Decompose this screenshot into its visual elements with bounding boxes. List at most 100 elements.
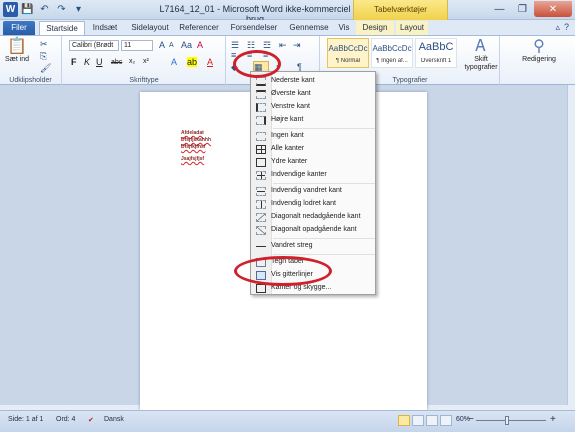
italic-button[interactable]: K [84, 57, 90, 67]
tab-file[interactable]: Filer [3, 21, 35, 35]
menu-item-inside-horizontal[interactable]: Indvendig vandret kant [251, 185, 375, 197]
word-app-icon[interactable]: W [3, 2, 18, 17]
menu-separator [273, 128, 375, 129]
undo-icon[interactable]: ↶ [37, 2, 52, 17]
style-heading-1-preview: AaBbC [418, 41, 454, 53]
top-border-icon [256, 90, 266, 99]
editing-button[interactable]: ⚲ Redigering [509, 38, 569, 64]
zoom-slider-thumb[interactable] [505, 416, 509, 425]
window-controls: — ❐ ✕ [488, 1, 572, 17]
tab-view[interactable]: Vis [334, 21, 354, 35]
proofing-icon[interactable]: ✔ [88, 416, 94, 424]
decrease-indent-icon[interactable]: ⇤ [279, 40, 287, 50]
menu-item-right-border[interactable]: Højre kant [251, 114, 375, 126]
menu-item-all-borders[interactable]: Alle kanter [251, 143, 375, 155]
change-styles-button[interactable]: Ꭺ Skift typografier [464, 38, 498, 72]
menu-item-outside-borders[interactable]: Ydre kanter [251, 156, 375, 168]
minimize-ribbon-icon[interactable]: ▵ [555, 22, 560, 33]
style-no-spacing-preview: AaBbCcDc [372, 44, 412, 53]
outline-view-icon[interactable] [440, 415, 452, 426]
menu-item-no-border[interactable]: Ingen kant [251, 130, 375, 142]
highlight-icon[interactable]: ab [187, 57, 198, 67]
inside-borders-icon [256, 171, 266, 180]
clear-formatting-icon[interactable]: A [197, 40, 203, 50]
menu-item-left-border[interactable]: Venstre kant [251, 101, 375, 113]
text-effects-icon[interactable]: A [171, 57, 177, 67]
zoom-slider-track[interactable] [476, 420, 546, 421]
tab-table-design[interactable]: Design [356, 21, 394, 35]
print-layout-view-icon[interactable] [398, 415, 410, 426]
vertical-scrollbar[interactable] [567, 85, 575, 405]
strikethrough-button[interactable]: abc [111, 58, 122, 68]
editing-group: ⚲ Redigering [501, 36, 575, 85]
document-line[interactable]: Dfsjfkjfhsf [181, 144, 205, 150]
quick-access-toolbar: W 💾 ↶ ↷ ▾ [3, 2, 86, 17]
left-border-icon [256, 103, 266, 112]
full-screen-view-icon[interactable] [412, 415, 424, 426]
grow-font-icon[interactable]: A [159, 40, 165, 50]
subscript-button[interactable]: x₂ [129, 57, 135, 67]
no-border-icon [256, 132, 266, 141]
style-normal-name: ¶ Normal [335, 58, 361, 64]
document-line[interactable]: Jsajfsjfjsf [181, 156, 204, 162]
superscript-button[interactable]: x² [143, 57, 149, 67]
style-no-spacing[interactable]: AaBbCcDc ¶ Ingen af... [371, 38, 413, 68]
web-layout-view-icon[interactable] [426, 415, 438, 426]
font-name-select[interactable]: Calibri (Brødt [69, 40, 119, 51]
tab-home[interactable]: Startside [39, 21, 85, 35]
zoom-out-button[interactable]: − [468, 414, 474, 425]
menu-item-top-border[interactable]: Øverste kant [251, 88, 375, 100]
tab-table-layout[interactable]: Layout [396, 21, 428, 35]
status-bar: Side: 1 af 1 Ord: 4 ✔ Dansk 60% − + [0, 410, 575, 432]
right-border-icon [256, 116, 266, 125]
save-icon[interactable]: 💾 [20, 2, 35, 17]
change-styles-label: Skift typografier [464, 56, 498, 71]
document-line[interactable]: Afdeladat [181, 130, 204, 136]
cut-icon[interactable]: ✂ [40, 39, 48, 49]
tab-references[interactable]: Referencer [177, 21, 221, 35]
underline-button[interactable]: U [96, 57, 103, 67]
tab-page-layout[interactable]: Sidelayout [127, 21, 173, 35]
minimize-icon[interactable]: — [488, 1, 511, 17]
menu-item-inside-borders[interactable]: Indvendige kanter [251, 169, 375, 181]
font-group: Calibri (Brødt 11 A A Aa A F K U abc x₂ … [63, 36, 226, 85]
tab-insert[interactable]: Indsæt [88, 21, 122, 35]
increase-indent-icon[interactable]: ⇥ [293, 40, 301, 50]
bullets-icon[interactable]: ☰ [231, 40, 239, 50]
menu-item-bottom-border[interactable]: Nederste kant [251, 75, 375, 87]
paste-button[interactable]: 📋 Sæt ind [4, 38, 30, 64]
font-size-select[interactable]: 11 [121, 40, 153, 51]
redo-icon[interactable]: ↷ [54, 2, 69, 17]
font-color-icon[interactable]: A [207, 57, 213, 67]
paste-icon: 📋 [7, 38, 27, 55]
word-count[interactable]: Ord: 4 [56, 416, 75, 423]
customize-qat-icon[interactable]: ▾ [71, 2, 86, 17]
change-case-icon[interactable]: Aa [181, 40, 192, 50]
bold-button[interactable]: F [71, 57, 77, 67]
style-heading-1[interactable]: AaBbC Overskrift 1 [415, 38, 457, 68]
zoom-in-button[interactable]: + [550, 414, 556, 425]
menu-item-diagonal-up[interactable]: Diagonalt opadgående kant [251, 224, 375, 236]
tab-mailings[interactable]: Forsendelser [226, 21, 282, 35]
menu-item-horizontal-line[interactable]: Vandret streg [251, 240, 375, 252]
numbering-icon[interactable]: ☷ [247, 40, 255, 50]
bottom-border-icon [256, 77, 266, 86]
maximize-icon[interactable]: ❐ [511, 1, 534, 17]
tab-review[interactable]: Gennemse [284, 21, 334, 35]
menu-separator [273, 183, 375, 184]
document-line[interactable]: Dfsjfjskahhh [181, 137, 211, 143]
page-count[interactable]: Side: 1 af 1 [8, 416, 43, 423]
style-normal[interactable]: AaBbCcDc ¶ Normal [327, 38, 369, 68]
diagonal-up-border-icon [256, 226, 266, 235]
language-indicator[interactable]: Dansk [104, 416, 124, 423]
menu-item-inside-vertical[interactable]: Indvendig lodret kant [251, 198, 375, 210]
menu-item-label: Diagonalt nedadgående kant [271, 213, 361, 220]
help-icon[interactable]: ? [564, 22, 569, 33]
format-painter-icon[interactable]: 🖌 [40, 63, 51, 73]
menu-item-diagonal-down[interactable]: Diagonalt nedadgående kant [251, 211, 375, 223]
copy-icon[interactable]: ⎘ [40, 51, 47, 61]
highlight-ellipse-view-gridlines [234, 256, 332, 286]
close-icon[interactable]: ✕ [534, 1, 572, 17]
shrink-font-icon[interactable]: A [169, 41, 174, 51]
multilevel-list-icon[interactable]: ☲ [263, 40, 271, 50]
